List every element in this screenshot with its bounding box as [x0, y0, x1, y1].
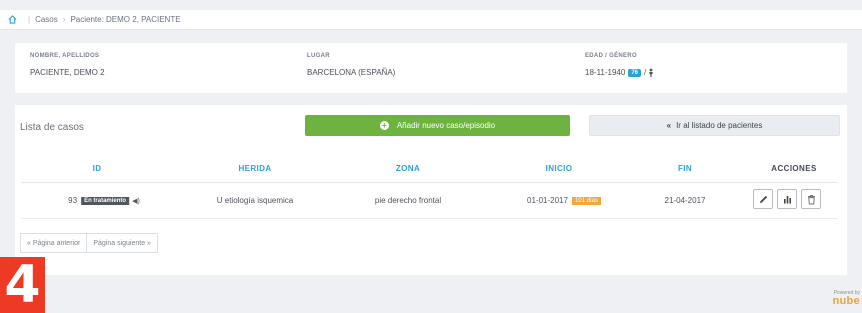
stats-button[interactable]: [777, 189, 797, 209]
table-row[interactable]: 93 En tratamiento ◀) U etiología isquemi…: [21, 183, 838, 219]
add-case-label: Añadir nuevo caso/episodio: [396, 121, 496, 130]
patient-name-label: NOMBRE, APELLIDOS: [30, 53, 100, 59]
pagination: « Página anterior Página siguiente »: [20, 233, 158, 253]
column-header-end[interactable]: FIN: [678, 164, 692, 173]
add-case-button[interactable]: + Añadir nuevo caso/episodio: [305, 115, 570, 136]
cases-card: Lista de casos + Añadir nuevo caso/episo…: [15, 105, 847, 275]
edit-button[interactable]: [753, 189, 773, 209]
breadcrumb-separator: |: [28, 15, 31, 24]
age-badge: 76: [628, 68, 642, 77]
cases-table: ID HERIDA ZONA INICIO FIN ACCIONES 93 En…: [21, 153, 838, 219]
notification-icon: ◀): [132, 197, 140, 205]
cell-zone: pie derecho frontal: [374, 196, 442, 205]
breadcrumb-patient[interactable]: Paciente: DEMO 2, PACIENTE: [70, 15, 180, 24]
column-header-start[interactable]: INICIO: [546, 164, 573, 173]
delete-button[interactable]: [801, 189, 821, 209]
column-header-actions: ACCIONES: [771, 164, 817, 173]
bar-chart-icon: [783, 195, 791, 203]
patient-age-field: EDAD / GÉNERO 18-11-1940 76 /: [585, 53, 654, 77]
patient-place-label: LUGAR: [307, 53, 330, 59]
column-header-wound[interactable]: HERIDA: [238, 164, 271, 173]
pencil-icon: [759, 195, 767, 203]
next-page-button[interactable]: Página siguiente »: [87, 233, 158, 253]
cell-wound: U etiología isquemica: [216, 196, 294, 205]
row-actions: [753, 189, 821, 209]
back-to-patients-button[interactable]: « Ir al listado de pacientes: [589, 115, 840, 136]
patient-age-label: EDAD / GÉNERO: [585, 53, 637, 59]
trash-icon: [807, 194, 815, 204]
start-date: 01-01-2017: [527, 196, 568, 205]
case-id: 93: [68, 196, 78, 205]
step-number-overlay: 4: [0, 257, 45, 313]
powered-by-logo: Powered by nube: [832, 290, 860, 307]
cell-id: 93 En tratamiento ◀): [68, 196, 140, 205]
male-gender-icon: [649, 68, 654, 77]
cell-start: 01-01-2017 101 días: [527, 196, 601, 205]
patient-age-value: 18-11-1940 76 /: [585, 68, 654, 77]
column-header-id[interactable]: ID: [93, 164, 102, 173]
patient-dob: 18-11-1940: [585, 68, 626, 77]
back-to-patients-label: Ir al listado de pacientes: [676, 121, 763, 130]
status-badge: En tratamiento: [81, 196, 130, 205]
previous-page-button[interactable]: « Página anterior: [20, 233, 88, 253]
patient-info-card: NOMBRE, APELLIDOS PACIENTE, DEMO 2 LUGAR…: [15, 43, 847, 93]
gender-separator: /: [644, 68, 647, 77]
double-left-arrow-icon: «: [666, 121, 672, 130]
patient-place-field: LUGAR BARCELONA (ESPAÑA): [307, 53, 395, 77]
patient-name-value: PACIENTE, DEMO 2: [30, 68, 105, 77]
breadcrumb: | Casos › Paciente: DEMO 2, PACIENTE: [0, 10, 862, 30]
patient-name-field: NOMBRE, APELLIDOS PACIENTE, DEMO 2: [30, 53, 105, 77]
plus-circle-icon: +: [379, 121, 389, 130]
cases-title: Lista de casos: [20, 122, 84, 133]
brand-logo: nube: [832, 295, 860, 307]
home-icon[interactable]: [8, 15, 17, 24]
app-frame: | Casos › Paciente: DEMO 2, PACIENTE NOM…: [0, 0, 862, 313]
column-header-zone[interactable]: ZONA: [396, 164, 420, 173]
breadcrumb-cases[interactable]: Casos: [35, 15, 58, 24]
patient-place-value: BARCELONA (ESPAÑA): [307, 68, 396, 77]
days-badge: 101 días: [571, 196, 601, 205]
breadcrumb-separator: ›: [62, 15, 66, 24]
cell-end: 21-04-2017: [664, 196, 706, 205]
table-header: ID HERIDA ZONA INICIO FIN ACCIONES: [21, 153, 838, 183]
